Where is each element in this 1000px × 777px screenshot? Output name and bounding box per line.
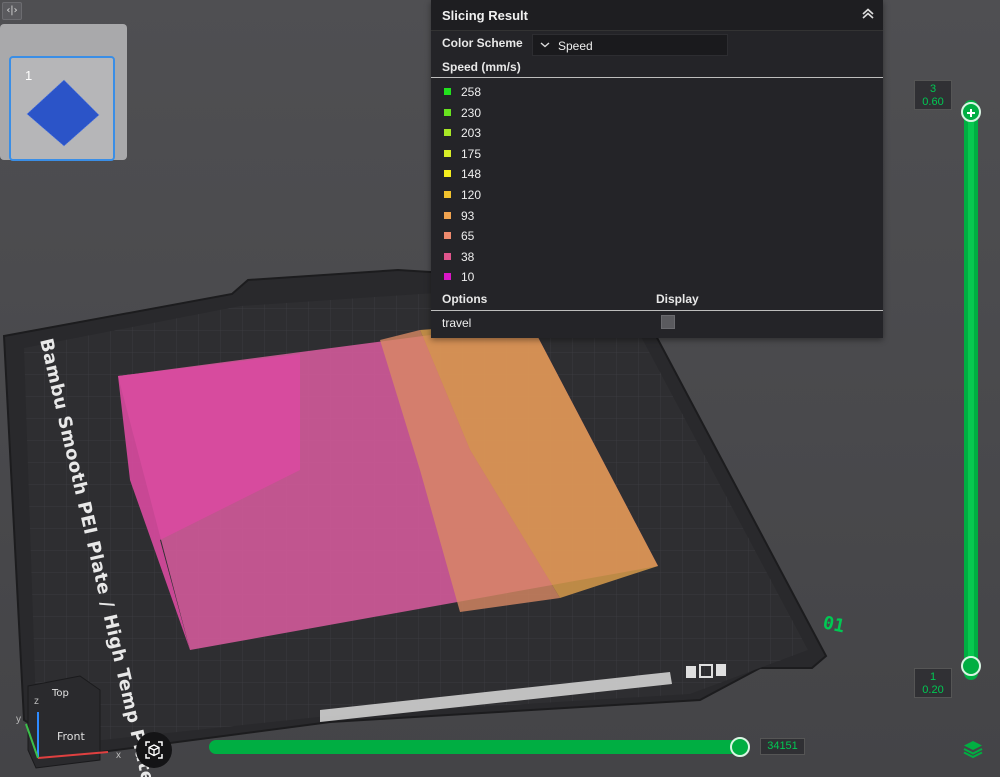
plate-list-panel: 1 — [0, 24, 127, 161]
layer-bottom-readout: 1 0.20 — [914, 668, 952, 698]
legend-swatch — [444, 211, 451, 219]
move-slider-track[interactable] — [209, 740, 749, 754]
view-cube-top-label: Top — [51, 688, 69, 699]
legend-swatch — [444, 190, 451, 198]
layer-slider-bottom-handle[interactable] — [961, 656, 981, 676]
axis-y-label: y — [16, 714, 21, 725]
legend-swatch — [444, 88, 451, 95]
legend-item: 148 — [431, 164, 883, 185]
layer-slider-top-handle[interactable] — [961, 102, 981, 122]
legend-label: 93 — [461, 208, 475, 223]
layer-top-number: 3 — [929, 83, 937, 95]
layer-bottom-height: 0.20 — [922, 684, 944, 696]
legend-label: 10 — [461, 270, 475, 285]
slicing-result-title: Slicing Result — [442, 8, 528, 23]
color-scheme-label: Color Scheme — [442, 36, 523, 50]
speed-legend: 258 230 203 175 148 120 93 65 38 10 — [431, 78, 883, 288]
legend-label: 258 — [461, 85, 482, 99]
legend-swatch — [444, 129, 451, 137]
axis-x-label: x — [116, 750, 121, 761]
layer-slider-range — [968, 114, 974, 666]
legend-item: 93 — [431, 206, 883, 227]
legend-swatch — [444, 273, 451, 281]
view-cube-front-label: Front — [57, 730, 86, 743]
color-scheme-dropdown[interactable]: Speed — [532, 34, 728, 56]
legend-item: 65 — [431, 226, 883, 247]
move-slider-value: 34151 — [760, 738, 805, 755]
options-header-row: Options Display — [431, 288, 883, 311]
option-travel-label: travel — [442, 315, 472, 330]
option-row-travel: travel — [431, 311, 883, 333]
layer-top-readout: 3 0.60 — [914, 80, 952, 110]
view-orientation-button[interactable] — [136, 732, 172, 768]
legend-title-row: Speed (mm/s) — [431, 57, 883, 78]
slicing-result-panel: Slicing Result Color Scheme Speed Speed … — [431, 0, 883, 338]
slicing-result-header: Slicing Result — [431, 0, 883, 31]
legend-swatch — [444, 170, 451, 178]
axis-z-label: z — [34, 696, 39, 707]
legend-label: 230 — [461, 105, 482, 120]
legend-item: 203 — [431, 123, 883, 144]
layer-slider-track[interactable] — [964, 100, 978, 680]
layer-top-height: 0.60 — [922, 96, 944, 108]
legend-label: 203 — [461, 126, 482, 141]
legend-item: 258 — [431, 82, 883, 103]
legend-item: 175 — [431, 144, 883, 165]
color-scheme-row: Color Scheme Speed — [431, 31, 883, 57]
sidebar-toggle-button[interactable]: ‹|› — [2, 2, 22, 20]
legend-label: 175 — [461, 146, 482, 161]
legend-title: Speed (mm/s) — [442, 60, 521, 74]
cube-view-icon — [145, 741, 163, 759]
plate-preview-icon — [26, 79, 100, 147]
legend-swatch — [444, 149, 451, 157]
collapse-up-icon[interactable] — [859, 5, 877, 23]
legend-label: 38 — [461, 249, 475, 264]
option-travel-checkbox[interactable] — [661, 314, 675, 329]
chevron-down-icon — [540, 42, 550, 48]
legend-item: 120 — [431, 185, 883, 206]
legend-swatch — [444, 232, 451, 240]
legend-item: 10 — [431, 267, 883, 288]
display-header: Display — [656, 291, 699, 306]
layers-icon[interactable] — [962, 739, 984, 759]
legend-item: 230 — [431, 103, 883, 124]
legend-swatch — [444, 252, 451, 260]
layer-bottom-number: 1 — [929, 671, 937, 683]
plate-index-label: 01 — [821, 612, 847, 637]
move-slider-handle[interactable] — [730, 737, 750, 757]
legend-label: 65 — [461, 229, 475, 244]
legend-label: 120 — [461, 187, 482, 202]
legend-item: 38 — [431, 247, 883, 268]
options-header: Options — [442, 291, 488, 306]
plate-thumbnail[interactable]: 1 — [9, 56, 115, 161]
legend-label: 148 — [461, 167, 482, 182]
color-scheme-value: Speed — [558, 39, 593, 53]
legend-swatch — [444, 108, 451, 116]
